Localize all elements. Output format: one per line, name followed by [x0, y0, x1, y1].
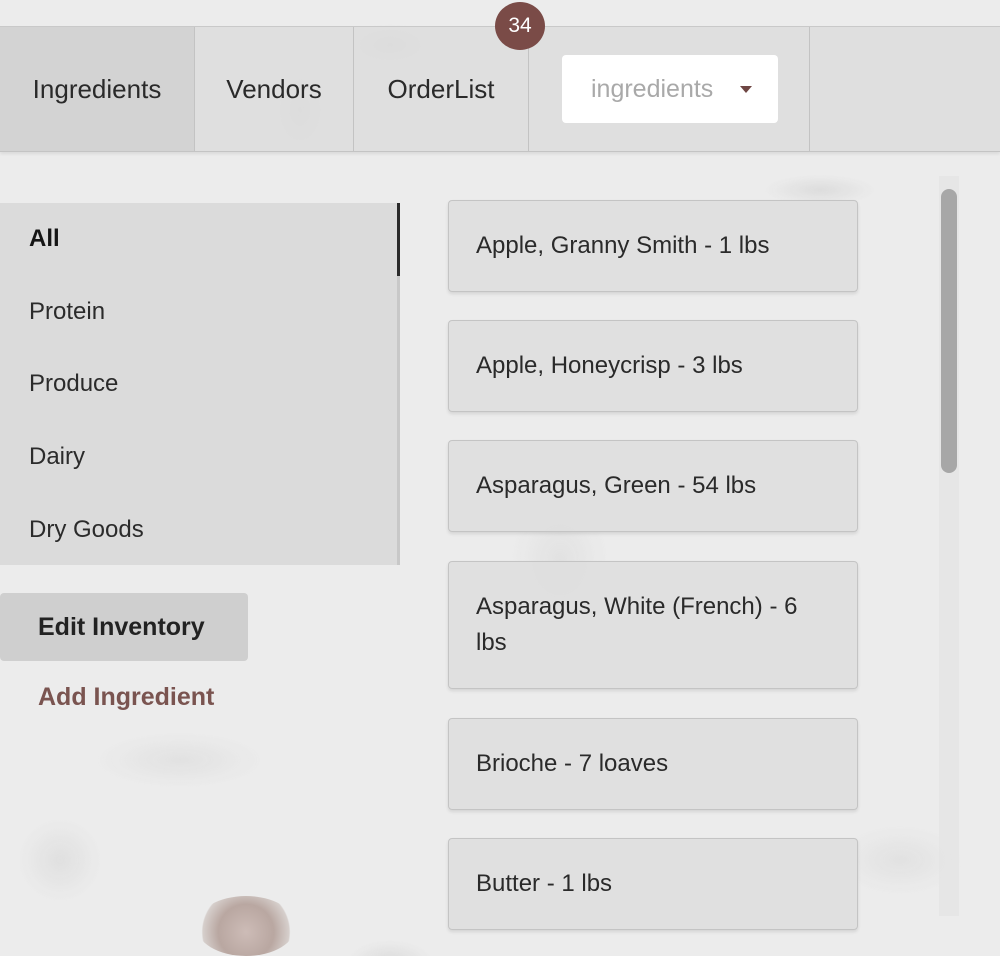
- category-produce[interactable]: Produce: [29, 370, 118, 398]
- ingredient-text: Apple, Honeycrisp - 3 lbs: [476, 352, 743, 379]
- active-category-indicator: [397, 203, 400, 276]
- edit-inventory-button[interactable]: Edit Inventory: [0, 593, 248, 661]
- view-select[interactable]: ingredients: [562, 55, 778, 123]
- add-ingredient-link[interactable]: Add Ingredient: [0, 665, 255, 729]
- category-dairy[interactable]: Dairy: [29, 443, 85, 471]
- ingredient-text: Butter - 1 lbs: [476, 870, 613, 897]
- decorative-food-image: [196, 896, 296, 956]
- select-container: ingredients: [529, 27, 810, 151]
- ingredient-card[interactable]: Butter - 1 lbs: [448, 838, 858, 930]
- ingredient-card[interactable]: Asparagus, White (French) - 6 lbs: [448, 561, 858, 689]
- category-list: All Protein Produce Dairy Dry Goods: [0, 203, 400, 565]
- top-nav: Ingredients Vendors OrderList ingredient…: [0, 26, 1000, 152]
- caret-down-icon: [740, 85, 752, 93]
- category-dry-goods[interactable]: Dry Goods: [29, 516, 144, 544]
- ingredient-text: Brioche - 7 loaves: [476, 750, 669, 777]
- category-protein[interactable]: Protein: [29, 298, 105, 326]
- scrollbar-thumb[interactable]: [941, 189, 957, 473]
- ingredient-card[interactable]: Apple, Honeycrisp - 3 lbs: [448, 320, 858, 412]
- ingredient-text: Asparagus, White (French) - 6 lbs: [476, 593, 798, 656]
- category-all[interactable]: All: [29, 225, 60, 253]
- tab-orderlist[interactable]: OrderList: [354, 27, 529, 151]
- order-count-badge: 34: [495, 2, 545, 50]
- ingredient-list-scrollbar[interactable]: [939, 176, 959, 916]
- ingredient-card[interactable]: Apple, Granny Smith - 1 lbs: [448, 200, 858, 292]
- tab-ingredients[interactable]: Ingredients: [0, 27, 195, 151]
- ingredient-text: Apple, Granny Smith - 1 lbs: [476, 232, 770, 259]
- view-select-value: ingredients: [591, 74, 714, 103]
- edit-inventory-label: Edit Inventory: [38, 612, 205, 641]
- tab-ingredients-label: Ingredients: [32, 73, 162, 104]
- tab-orderlist-label: OrderList: [387, 73, 495, 104]
- ingredient-card[interactable]: Brioche - 7 loaves: [448, 718, 858, 810]
- ingredient-text: Asparagus, Green - 54 lbs: [476, 472, 757, 499]
- ingredient-card[interactable]: Asparagus, Green - 54 lbs: [448, 440, 858, 532]
- tab-vendors[interactable]: Vendors: [195, 27, 354, 151]
- tab-vendors-label: Vendors: [226, 73, 322, 104]
- add-ingredient-label: Add Ingredient: [38, 682, 215, 711]
